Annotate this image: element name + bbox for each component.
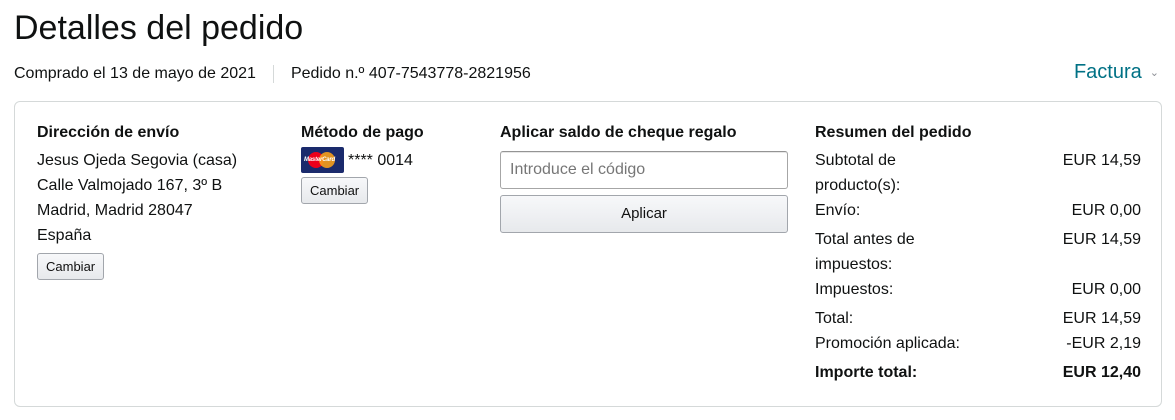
invoice-label[interactable]: Factura [1074, 59, 1142, 85]
address-line-city: Madrid, Madrid 28047 [37, 202, 193, 219]
payment-method-section: Método de pago MasterCard **** 0014 Camb… [301, 122, 481, 204]
order-summary-section: Resumen del pedido Subtotal de producto(… [815, 122, 1141, 385]
summary-row-shipping: Envío: EUR 0,00 [815, 198, 1141, 223]
invoice-dropdown[interactable]: Factura ⌄ [1074, 58, 1159, 86]
summary-value: EUR 0,00 [1071, 281, 1141, 298]
gift-heading: Aplicar saldo de cheque regalo [500, 124, 737, 141]
grand-total-label: Importe total: [815, 364, 918, 381]
summary-label: Promoción aplicada: [815, 335, 960, 352]
page-title: Detalles del pedido [14, 9, 304, 47]
gift-card-section: Aplicar saldo de cheque regalo Aplicar [500, 122, 790, 233]
summary-value: EUR 14,59 [1062, 152, 1141, 169]
summary-label: Impuestos: [815, 281, 894, 298]
summary-value: EUR 14,59 [1062, 310, 1141, 327]
payment-card: MasterCard **** 0014 [301, 147, 481, 173]
address-line-name: Jesus Ojeda Segovia (casa) [37, 152, 238, 169]
shipping-address: Jesus Ojeda Segovia (casa) Calle Valmoja… [37, 148, 277, 248]
card-number: **** 0014 [348, 151, 413, 169]
summary-label: Envío: [815, 202, 861, 219]
summary-value: EUR 14,59 [1062, 231, 1141, 248]
summary-value: -EUR 2,19 [1066, 335, 1141, 352]
order-meta: Comprado el 13 de mayo de 2021 Pedido n.… [14, 63, 531, 85]
address-line-country: España [37, 227, 92, 244]
order-details-box: Dirección de envío Jesus Ojeda Segovia (… [14, 101, 1162, 407]
summary-row-promotion: Promoción aplicada: -EUR 2,19 [815, 331, 1141, 356]
summary-row-grand-total: Importe total: EUR 12,40 [815, 360, 1141, 385]
shipping-address-section: Dirección de envío Jesus Ojeda Segovia (… [37, 122, 277, 280]
change-address-button[interactable]: Cambiar [37, 253, 105, 280]
payment-heading: Método de pago [301, 124, 424, 141]
mastercard-icon: MasterCard [301, 147, 344, 173]
apply-gift-button[interactable]: Aplicar [500, 195, 788, 233]
order-number: Pedido n.º 407-7543778-2821956 [290, 65, 531, 82]
summary-heading: Resumen del pedido [815, 124, 972, 141]
summary-label: Total: [815, 310, 854, 327]
gift-code-input[interactable] [500, 151, 788, 189]
summary-label: Subtotal de producto(s): [815, 152, 901, 194]
card-brand-text: MasterCard [304, 157, 336, 163]
summary-row-pretax: Total antes de impuestos: EUR 14,59 [815, 227, 1141, 277]
summary-value: EUR 0,00 [1071, 202, 1141, 219]
purchase-date: Comprado el 13 de mayo de 2021 [14, 65, 256, 82]
change-payment-button[interactable]: Cambiar [301, 177, 369, 204]
summary-row-total: Total: EUR 14,59 [815, 306, 1141, 331]
summary-row-subtotal: Subtotal de producto(s): EUR 14,59 [815, 148, 1141, 198]
shipping-heading: Dirección de envío [37, 124, 180, 141]
grand-total-value: EUR 12,40 [1062, 364, 1141, 381]
summary-label: Total antes de impuestos: [815, 231, 915, 273]
chevron-down-icon[interactable]: ⌄ [1150, 60, 1159, 86]
address-line-street: Calle Valmojado 167, 3º B [37, 177, 223, 194]
summary-row-tax: Impuestos: EUR 0,00 [815, 277, 1141, 302]
meta-divider [272, 65, 274, 83]
